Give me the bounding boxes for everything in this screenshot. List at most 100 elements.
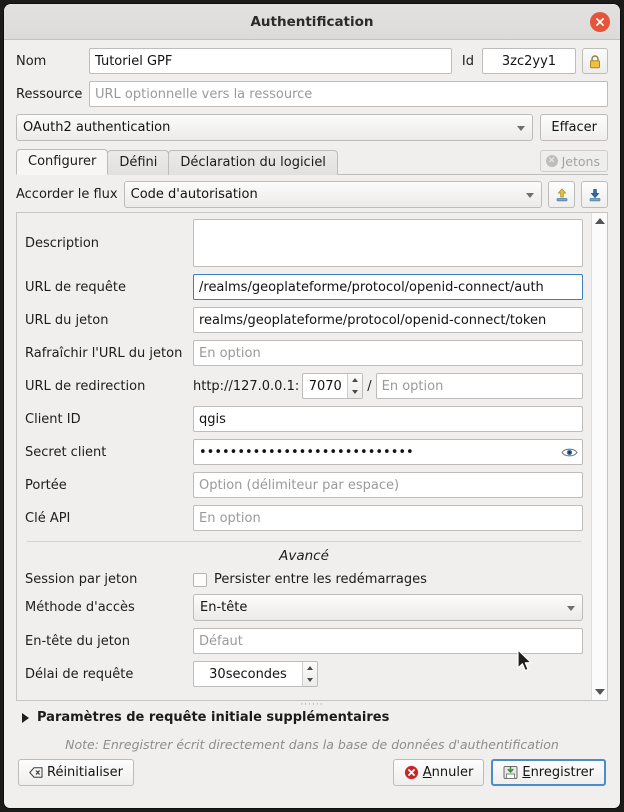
extra-params-toggle[interactable]: Paramètres de requête initiale supplémen… [16,708,608,725]
redirect-host-text: http://127.0.0.1: [193,379,299,394]
client-id-row: Client ID [25,406,583,432]
chevron-down-icon [517,126,525,131]
tab-declaration-du-logiciel[interactable]: Déclaration du logiciel [168,150,338,175]
id-label: Id [462,54,474,69]
grant-flow-label: Accorder le flux [16,187,118,202]
client-secret-label: Secret client [25,445,193,460]
reset-button-label: Réinitialiser [47,765,123,780]
name-row: Nom Id [16,48,608,74]
scope-input[interactable] [193,472,583,498]
id-input[interactable] [482,48,576,74]
caret-up-icon [352,378,358,382]
persist-checkbox-label: Persister entre les redémarrages [214,572,427,587]
redirect-port-increment[interactable] [348,374,362,386]
request-timeout-label: Délai de requête [25,667,193,682]
advanced-divider [27,541,581,542]
export-glyph [587,187,603,203]
scroll-up-button[interactable] [592,213,607,229]
import-arrow-up-icon[interactable] [548,181,575,208]
request-timeout-increment[interactable] [303,662,317,674]
token-header-input[interactable] [193,628,583,654]
refresh-token-url-input[interactable] [193,340,583,366]
advanced-heading: Avancé [25,548,583,564]
circle-x-icon: ✕ [546,155,558,167]
save-button-label: Enregistrer [522,765,594,780]
scope-row: Portée [25,472,583,498]
redirect-port-spin-buttons[interactable] [347,374,362,398]
session-row: Session par jeton Persister entre les re… [25,572,583,587]
client-secret-wrapper [193,439,583,465]
tab-configurer[interactable]: Configurer [16,149,108,175]
cancel-circle-x-icon [404,765,419,780]
client-id-label: Client ID [25,412,193,427]
refresh-token-url-row: Rafraîchir l'URL du jeton [25,340,583,366]
redirect-port-decrement[interactable] [348,386,362,398]
save-note: Note: Enregistrer écrit directement dans… [16,737,608,752]
caret-down-icon [352,390,358,394]
request-url-input[interactable] [193,274,583,300]
export-arrow-down-icon[interactable] [581,181,608,208]
config-scrollbar[interactable] [591,213,607,700]
tokens-button-label: Jetons [562,154,600,169]
splitter-handle[interactable]: ······ [16,701,608,708]
scope-label: Portée [25,478,193,493]
auth-method-value: OAuth2 authentication [23,120,170,135]
scroll-down-button[interactable] [592,684,607,700]
api-key-label: Clé API [25,511,193,526]
caret-up-icon [307,666,313,670]
caret-down-icon [307,678,313,682]
token-header-label: En-tête du jeton [25,634,193,649]
cancel-button-label: Annuler [423,765,474,780]
resource-row: Ressource [16,81,608,107]
request-url-row: URL de requête [25,274,583,300]
chevron-right-icon [22,713,29,723]
redirect-url-label: URL de redirection [25,379,193,394]
resource-input[interactable] [89,81,608,107]
description-row: Description [25,219,583,267]
request-timeout-stepper[interactable] [193,661,318,687]
clear-button[interactable]: Effacer [540,114,608,141]
chevron-down-icon [526,193,534,198]
access-method-select[interactable]: En-tête [193,594,583,621]
auth-method-select[interactable]: OAuth2 authentication [16,114,533,141]
redirect-port-input[interactable] [303,374,347,398]
import-glyph [554,187,570,203]
tab-bar: Configurer Défini Déclaration du logicie… [16,148,608,175]
eye-icon[interactable] [560,443,579,461]
redirect-path-input[interactable] [376,373,583,399]
reset-icon [29,767,43,778]
grant-flow-select[interactable]: Code d'autorisation [124,181,542,208]
grant-flow-row: Accorder le flux Code d'autorisation [16,181,608,208]
reset-button[interactable]: Réinitialiser [18,759,134,786]
lock-icon[interactable] [582,48,608,74]
auth-method-row: OAuth2 authentication Effacer [16,114,608,141]
grant-flow-value: Code d'autorisation [131,187,258,202]
lock-glyph [588,54,602,69]
request-timeout-spin-buttons[interactable] [302,662,317,686]
token-url-input[interactable] [193,307,583,333]
session-label: Session par jeton [25,572,193,587]
api-key-input[interactable] [193,505,583,531]
name-label: Nom [16,54,89,69]
tab-defini[interactable]: Défini [107,150,169,175]
redirect-url-row: URL de redirection http://127.0.0.1: / [25,373,583,399]
client-id-input[interactable] [193,406,583,432]
chevron-down-icon [567,606,575,611]
access-method-row: Méthode d'accès En-tête [25,594,583,621]
request-timeout-input[interactable] [194,662,302,686]
cancel-button[interactable]: Annuler [393,759,485,786]
scrollbar-track[interactable] [592,229,607,684]
description-input[interactable] [193,219,583,267]
close-icon[interactable] [590,12,610,32]
caret-down-icon [595,689,605,695]
save-button[interactable]: Enregistrer [491,759,606,786]
config-form: Description URL de requête URL du jeton [17,213,591,700]
eye-glyph [561,447,578,458]
persist-checkbox[interactable] [193,573,207,587]
access-method-label: Méthode d'accès [25,600,193,615]
name-input[interactable] [89,48,452,74]
redirect-port-stepper[interactable] [302,373,363,399]
splitter-dots-icon: ······ [300,703,323,707]
request-timeout-decrement[interactable] [303,674,317,686]
client-secret-input[interactable] [193,439,583,465]
